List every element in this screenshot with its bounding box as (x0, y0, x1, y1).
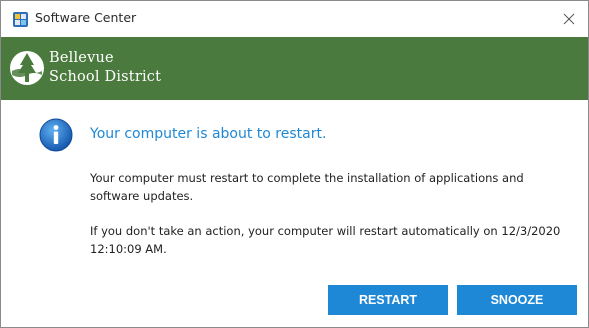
restart-button[interactable]: RESTART (328, 285, 448, 315)
window-title: Software Center (35, 10, 137, 25)
restart-message: Your computer must restart to complete t… (90, 171, 524, 203)
software-center-icon (12, 11, 29, 28)
title-bar[interactable]: Software Center (1, 1, 588, 37)
close-icon (563, 13, 574, 25)
dialog-headline: Your computer is about to restart. (90, 126, 327, 142)
snooze-button[interactable]: SNOOZE (457, 285, 577, 315)
brand-name-line1: Bellevue (49, 50, 114, 66)
bellevue-logo-icon (8, 49, 46, 87)
info-icon (39, 118, 73, 152)
auto-restart-notice: If you don't take an action, your comput… (90, 224, 561, 256)
software-center-dialog: Software Center Bellevue School District (0, 0, 589, 328)
close-button[interactable] (549, 1, 588, 37)
brand-name-line2: School District (49, 69, 162, 85)
brand-banner: Bellevue School District (1, 37, 588, 100)
